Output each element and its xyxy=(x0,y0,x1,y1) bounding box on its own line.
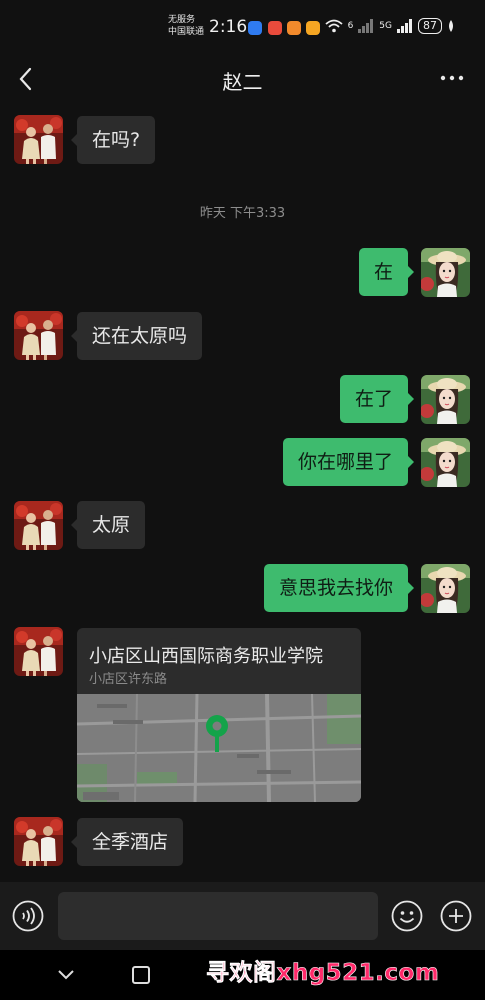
message-bubble-sent[interactable]: 在了 xyxy=(339,375,415,423)
chat-title: 赵二 xyxy=(222,70,263,94)
leaf-icon xyxy=(449,20,453,32)
location-message-card[interactable]: 小店区山西国际商务职业学院 小店区许东路 xyxy=(77,628,361,802)
status-bar: 无服务 中国联通 2:16 6 5G 87 xyxy=(0,0,485,50)
signal-icon xyxy=(397,19,412,33)
voice-input-icon[interactable] xyxy=(12,900,44,932)
contact-avatar[interactable] xyxy=(14,311,63,360)
signal-icon xyxy=(358,19,374,33)
notification-app-icon xyxy=(287,21,301,35)
battery-indicator: 87 xyxy=(418,18,442,34)
my-avatar[interactable] xyxy=(421,375,470,424)
carrier-line-2: 中国联通 xyxy=(168,27,205,37)
message-timestamp: 昨天 下午3:33 xyxy=(199,206,286,221)
notification-app-icon xyxy=(306,21,320,35)
notification-app-icon xyxy=(248,21,262,35)
location-title: 小店区山西国际商务职业学院 xyxy=(89,646,323,667)
message-text-field[interactable] xyxy=(58,892,378,940)
message-bubble-sent[interactable]: 你在哪里了 xyxy=(282,438,415,486)
message-bubble-received[interactable]: 太原 xyxy=(70,501,146,549)
message-bubble-received[interactable]: 还在太原吗 xyxy=(70,312,203,360)
network-label-1: 6 xyxy=(347,21,354,31)
my-avatar[interactable] xyxy=(421,564,470,613)
location-map-preview[interactable] xyxy=(77,694,361,802)
contact-avatar[interactable] xyxy=(14,817,63,866)
nav-chevron-down-icon[interactable] xyxy=(56,966,76,984)
more-functions-plus-icon[interactable] xyxy=(440,900,472,932)
wifi-icon xyxy=(324,19,343,33)
status-time: 2:16 xyxy=(209,17,248,37)
network-label-2: 5G xyxy=(379,21,392,31)
message-bubble-sent[interactable]: 在 xyxy=(358,248,415,296)
more-options-icon[interactable] xyxy=(439,68,465,88)
watermark: 寻欢阁xhg521.com xyxy=(206,960,440,987)
status-indicators: 6 5G 87 xyxy=(324,18,455,34)
contact-avatar[interactable] xyxy=(14,627,63,676)
message-input-bar xyxy=(0,882,485,950)
nav-home-icon[interactable] xyxy=(132,966,150,984)
my-avatar[interactable] xyxy=(421,248,470,297)
carrier-line-1: 无服务 xyxy=(168,15,196,25)
contact-avatar[interactable] xyxy=(14,501,63,550)
message-bubble-received[interactable]: 在吗? xyxy=(70,116,156,164)
location-subtitle: 小店区许东路 xyxy=(89,672,168,687)
message-bubble-sent[interactable]: 意思我去找你 xyxy=(263,564,415,612)
carrier-info: 无服务 中国联通 xyxy=(168,14,204,38)
contact-avatar[interactable] xyxy=(14,115,63,164)
message-bubble-received[interactable]: 全季酒店 xyxy=(70,818,184,866)
my-avatar[interactable] xyxy=(421,438,470,487)
emoji-icon[interactable] xyxy=(391,900,423,932)
notification-app-icon xyxy=(268,21,282,35)
chat-header: 赵二 xyxy=(0,50,485,108)
